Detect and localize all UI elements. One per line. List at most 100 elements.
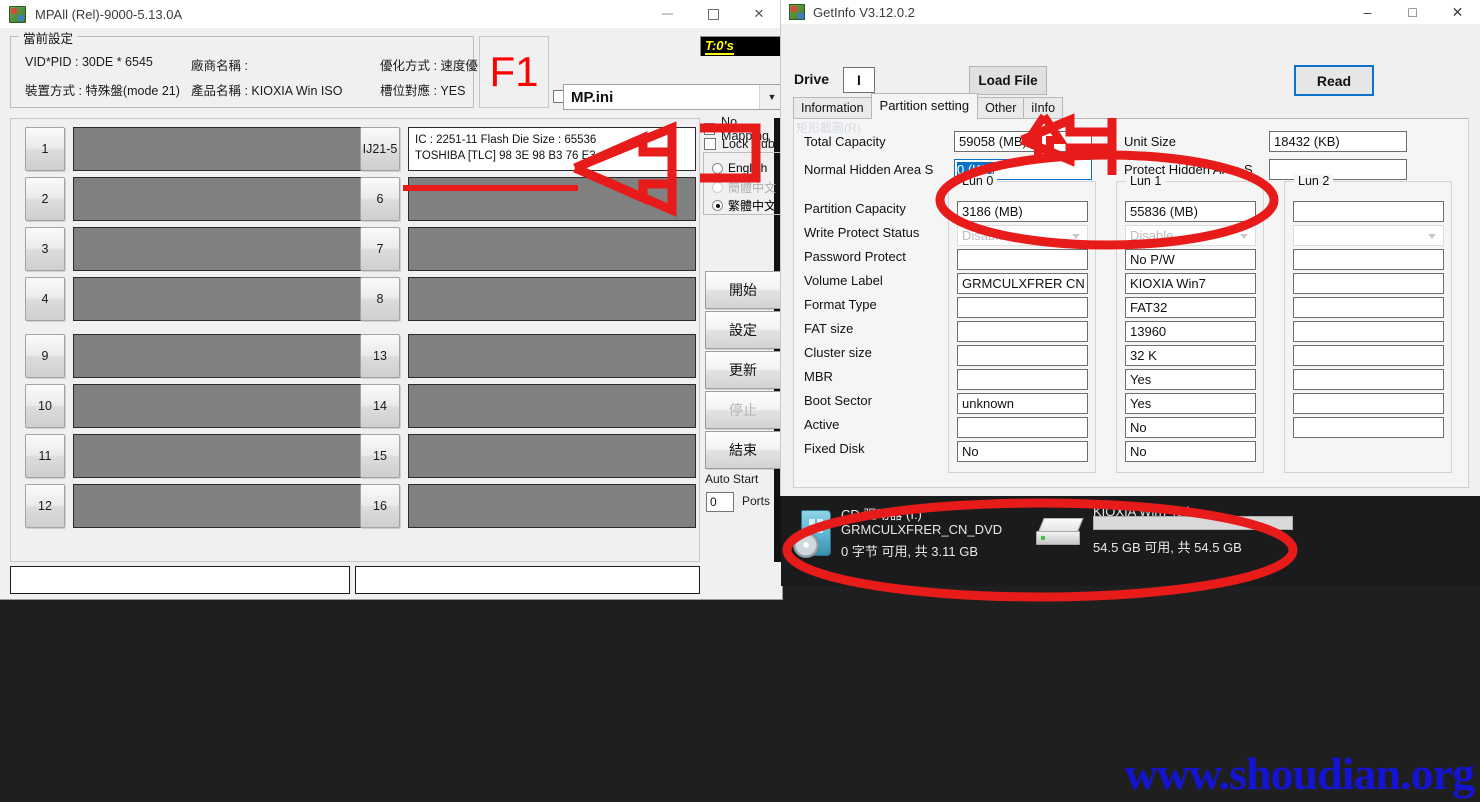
lun2-active[interactable] xyxy=(1293,417,1444,438)
lun1-active[interactable]: No xyxy=(1125,417,1256,438)
lun2-mbr[interactable] xyxy=(1293,369,1444,390)
maximize-icon[interactable]: □ xyxy=(1390,0,1435,24)
slot-bar-12[interactable] xyxy=(73,484,361,528)
tab-other[interactable]: Other xyxy=(977,97,1025,119)
language-radio-traditional-chinese[interactable]: 繁體中文 xyxy=(712,197,776,214)
slot-row[interactable]: 7 xyxy=(360,227,696,271)
tab-partition-setting[interactable]: Partition setting xyxy=(870,93,979,119)
exit-button[interactable]: 結束 xyxy=(705,431,781,469)
slot-button-12[interactable]: 12 xyxy=(25,484,65,528)
protect-hidden-area-input[interactable] xyxy=(1269,159,1407,180)
slot-bar-1[interactable] xyxy=(73,127,361,171)
lun2-fat-size[interactable] xyxy=(1293,321,1444,342)
minimize-icon[interactable] xyxy=(644,0,690,28)
slot-row[interactable]: 15 xyxy=(360,434,696,478)
maximize-icon[interactable] xyxy=(690,0,736,28)
lun1-fixed-disk[interactable]: No xyxy=(1125,441,1256,462)
lun0-partition-capacity[interactable]: 3186 (MB) xyxy=(957,201,1088,222)
lock-hub-checkbox[interactable]: Lock Hub xyxy=(704,137,775,151)
slot-bar-14[interactable] xyxy=(408,384,696,428)
lun0-mbr[interactable] xyxy=(957,369,1088,390)
drive-input[interactable]: I xyxy=(843,67,875,93)
close-icon[interactable]: ✕ xyxy=(736,0,782,28)
slot-button-9[interactable]: 9 xyxy=(25,334,65,378)
slot-bar-8[interactable] xyxy=(408,277,696,321)
lun1-volume-label[interactable]: KIOXIA Win7 xyxy=(1125,273,1256,294)
lun2-cluster-size[interactable] xyxy=(1293,345,1444,366)
load-file-button[interactable]: Load File xyxy=(969,66,1047,95)
cd-drive-title[interactable]: CD 驱动器 (I:) xyxy=(841,504,922,523)
lun1-fat-size[interactable]: 13960 xyxy=(1125,321,1256,342)
lun1-cluster-size[interactable]: 32 K xyxy=(1125,345,1256,366)
slot-bar-15[interactable] xyxy=(408,434,696,478)
slot-button-6[interactable]: 6 xyxy=(360,177,400,221)
lun0-fixed-disk[interactable]: No xyxy=(957,441,1088,462)
slot-row[interactable]: 13 xyxy=(360,334,696,378)
lun1-partition-capacity[interactable]: 55836 (MB) xyxy=(1125,201,1256,222)
language-radio-simplified-chinese[interactable]: 簡體中文 xyxy=(712,179,776,196)
unit-size-input[interactable]: 18432 (KB) xyxy=(1269,131,1407,152)
lun0-write-protect-status[interactable]: Disable xyxy=(957,225,1088,246)
lun2-write-protect-status[interactable] xyxy=(1293,225,1444,246)
lun0-active[interactable] xyxy=(957,417,1088,438)
auto-start-input[interactable]: 0 xyxy=(706,492,734,512)
slot-button-10[interactable]: 10 xyxy=(25,384,65,428)
slot-button-7[interactable]: 7 xyxy=(360,227,400,271)
lun0-fat-size[interactable] xyxy=(957,321,1088,342)
slot-row[interactable]: 16 xyxy=(360,484,696,528)
lun0-password-protect[interactable] xyxy=(957,249,1088,270)
lun2-partition-capacity[interactable] xyxy=(1293,201,1444,222)
language-radio-english[interactable]: English xyxy=(712,161,767,175)
slot-bar-13[interactable] xyxy=(408,334,696,378)
slot-button-14[interactable]: 14 xyxy=(360,384,400,428)
lun1-mbr[interactable]: Yes xyxy=(1125,369,1256,390)
lun2-volume-label[interactable] xyxy=(1293,273,1444,294)
lun1-boot-sector[interactable]: Yes xyxy=(1125,393,1256,414)
slot-row[interactable]: 6 xyxy=(360,177,696,221)
lun0-boot-sector[interactable]: unknown xyxy=(957,393,1088,414)
lun1-write-protect-status[interactable]: Disable xyxy=(1125,225,1256,246)
slot-bar-10[interactable] xyxy=(73,384,361,428)
slot-button-2[interactable]: 2 xyxy=(25,177,65,221)
slot-info-panel-5[interactable]: IC : 2251-11 Flash Die Size : 65536 TOSH… xyxy=(408,127,696,171)
slot-row[interactable]: 10 xyxy=(25,384,361,428)
slot-row[interactable]: 3 xyxy=(25,227,361,271)
slot-bar-4[interactable] xyxy=(73,277,361,321)
slot-row[interactable]: 9 xyxy=(25,334,361,378)
total-capacity-input[interactable]: 59058 (MB) xyxy=(954,131,1092,152)
lun0-format-type[interactable] xyxy=(957,297,1088,318)
slot-button-3[interactable]: 3 xyxy=(25,227,65,271)
close-icon[interactable]: ✕ xyxy=(1435,0,1480,24)
slot-button-4[interactable]: 4 xyxy=(25,277,65,321)
slot-button-11[interactable]: 11 xyxy=(25,434,65,478)
lun1-format-type[interactable]: FAT32 xyxy=(1125,297,1256,318)
lun1-password-protect[interactable]: No P/W xyxy=(1125,249,1256,270)
minimize-icon[interactable]: – xyxy=(1345,0,1390,24)
ini-file-combobox[interactable]: MP.ini ▼ xyxy=(563,84,782,110)
tab-iinfo[interactable]: iInfo xyxy=(1023,97,1064,119)
lun2-boot-sector[interactable] xyxy=(1293,393,1444,414)
settings-button[interactable]: 設定 xyxy=(705,311,781,349)
slot-row[interactable]: 14 xyxy=(360,384,696,428)
tab-information[interactable]: Information xyxy=(793,97,872,119)
slot-row[interactable]: 1 xyxy=(25,127,361,171)
lun2-password-protect[interactable] xyxy=(1293,249,1444,270)
slot-bar-3[interactable] xyxy=(73,227,361,271)
slot-bar-2[interactable] xyxy=(73,177,361,221)
lun0-cluster-size[interactable] xyxy=(957,345,1088,366)
slot-button-5[interactable]: IJ21-5 xyxy=(360,127,400,171)
update-button[interactable]: 更新 xyxy=(705,351,781,389)
lun0-volume-label[interactable]: GRMCULXFRER CN DV xyxy=(957,273,1088,294)
slot-row[interactable]: 12 xyxy=(25,484,361,528)
log-panel-right[interactable] xyxy=(355,566,700,594)
slot-button-8[interactable]: 8 xyxy=(360,277,400,321)
lun2-format-type[interactable] xyxy=(1293,297,1444,318)
slot-bar-6[interactable] xyxy=(408,177,696,221)
slot-bar-9[interactable] xyxy=(73,334,361,378)
slot-row[interactable]: 2 xyxy=(25,177,361,221)
log-panel-left[interactable] xyxy=(10,566,350,594)
slot-button-16[interactable]: 16 xyxy=(360,484,400,528)
slot-row[interactable]: 11 xyxy=(25,434,361,478)
slot-row[interactable]: 4 xyxy=(25,277,361,321)
read-button[interactable]: Read xyxy=(1294,65,1374,96)
